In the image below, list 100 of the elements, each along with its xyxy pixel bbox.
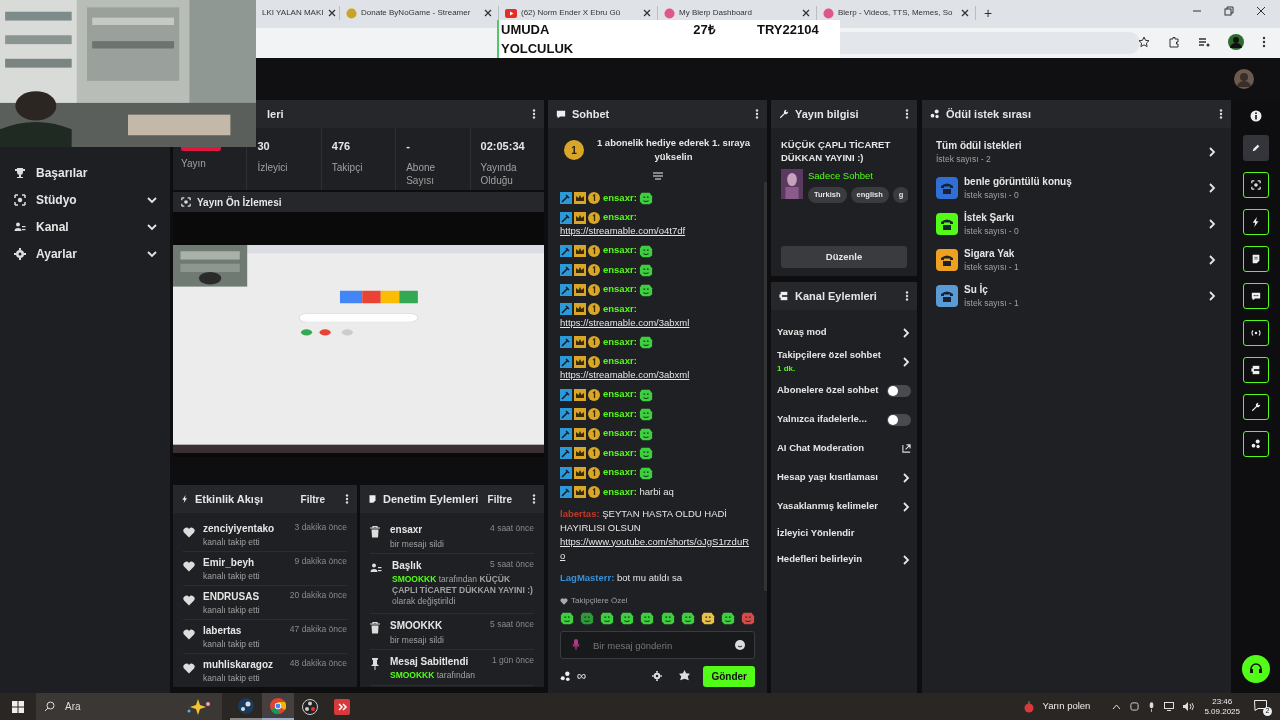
action-label[interactable]: AI Chat Moderation [777, 441, 898, 456]
close-icon[interactable] [961, 9, 969, 17]
rail-button[interactable] [1242, 394, 1269, 420]
close-icon[interactable] [1256, 6, 1266, 16]
chat-username[interactable]: ensaxr: [603, 466, 637, 477]
sidebar-item[interactable]: Stüdyo [12, 186, 158, 213]
toggle-switch[interactable] [887, 384, 911, 397]
chat-username[interactable]: ensaxr: [603, 407, 637, 419]
chat-username[interactable]: ensaxr: [603, 427, 637, 439]
edit-button[interactable]: Düzenle [781, 246, 907, 268]
support-button[interactable] [1241, 655, 1270, 683]
more-icon[interactable] [905, 109, 909, 119]
drag-handle-icon[interactable] [652, 172, 663, 181]
chat-username[interactable]: ensaxr: [603, 211, 637, 223]
chat-username[interactable]: ensaxr: [603, 302, 637, 314]
restore-icon[interactable] [1224, 6, 1234, 16]
rail-button[interactable] [1242, 246, 1269, 272]
action-label[interactable]: Yasaklanmış kelimeler [777, 499, 897, 514]
tab-title[interactable]: (62) Norm Ender X Ebru Gü [521, 7, 639, 19]
action-label[interactable]: Yalnızca ifadelerle... [777, 412, 883, 427]
chat-username[interactable]: ensaxr: [603, 446, 637, 458]
action-label[interactable]: Abonelere özel sohbet [777, 383, 883, 398]
rail-button[interactable] [1242, 320, 1269, 346]
taskbar-search-field[interactable]: Ara [36, 693, 222, 720]
chat-username[interactable]: ensaxr: [603, 263, 637, 275]
reward-item[interactable]: benle görüntülü konuş İstek sayısı - 0 [964, 174, 1201, 202]
chat-username[interactable]: ensaxr: [603, 244, 637, 256]
subscriber-badge-icon [588, 336, 600, 349]
rail-button[interactable] [1242, 431, 1269, 457]
reward-list-item[interactable]: Tüm ödül istekleri İstek sayısı - 2 [936, 134, 1217, 170]
chrome-taskbar-icon[interactable] [262, 693, 294, 720]
moderation-text: SMOOKKK tarafından KÜÇÜK ÇAPLI TİCARET DÜKKAN YAYINI :) olarak değiştirildi [392, 574, 534, 607]
sidebar-item[interactable]: Ayarlar [12, 240, 158, 267]
sidebar-item[interactable]: Kanal [12, 213, 158, 240]
stream-title: KÜÇÜK ÇAPLI TİCARET DÜKKAN YAYINI :) [781, 138, 892, 164]
tray-icon[interactable] [1130, 702, 1140, 711]
rail-button[interactable] [1242, 209, 1269, 235]
chat-link[interactable]: https://streamable.com/3abxml [560, 369, 690, 381]
chat-username[interactable]: ensaxr: [603, 283, 637, 295]
tab-title[interactable]: Blerp - Videos, TTS, Memes, So [838, 7, 957, 19]
panel-title: Etkinlik Akışı [195, 491, 265, 507]
more-icon[interactable] [1219, 109, 1223, 119]
chat-username[interactable]: ensaxr: [603, 191, 637, 203]
sidebar-item[interactable]: Başarılar [12, 159, 158, 186]
new-tab-button[interactable]: + [976, 6, 1001, 20]
more-icon[interactable] [755, 109, 759, 119]
chat-message: LagMasterr: bot mu atıldı sa [560, 571, 682, 583]
more-icon[interactable] [905, 291, 909, 301]
moderation-title: Başlık [392, 559, 423, 573]
rail-button[interactable] [1242, 172, 1269, 198]
action-label[interactable]: Hesap yaşı kısıtlaması [777, 470, 897, 485]
category-link[interactable]: Sadece Sohbet [808, 169, 907, 184]
dots-icon [560, 670, 571, 682]
chat-link[interactable]: https://streamable.com/3abxml [560, 316, 690, 328]
heart-icon [183, 561, 195, 572]
chat-username[interactable]: ensaxr: [603, 355, 637, 367]
microphone-icon[interactable] [1148, 701, 1156, 712]
send-button[interactable]: Gönder [703, 665, 755, 687]
tab-title[interactable]: Donate ByNoGame - Streamer [361, 7, 480, 19]
crown-badge-icon [574, 355, 586, 368]
more-icon[interactable] [1262, 36, 1266, 48]
message-input[interactable]: Bir mesaj gönderin [560, 631, 755, 659]
reward-item[interactable]: Su İç İstek sayısı - 1 [964, 282, 1201, 310]
close-icon[interactable] [327, 9, 336, 17]
rail-button[interactable] [1242, 357, 1269, 383]
user-avatar[interactable] [1234, 69, 1254, 89]
chat-link[interactable]: https://streamable.com/o4t7df [560, 225, 686, 237]
profile-avatar-icon[interactable] [1228, 34, 1244, 50]
reward-item[interactable]: Sigara Yak İstek sayısı - 1 [964, 246, 1201, 274]
speaker-icon[interactable] [1183, 702, 1195, 711]
star-icon[interactable] [1138, 36, 1150, 48]
close-icon[interactable] [802, 9, 810, 17]
windows-start-icon[interactable] [12, 700, 24, 713]
emoji-icon[interactable] [735, 640, 745, 650]
more-icon[interactable] [532, 109, 536, 119]
toggle-switch[interactable] [887, 413, 911, 426]
close-icon[interactable] [643, 9, 651, 17]
chat-username[interactable]: ensaxr: [603, 388, 637, 400]
filter-button[interactable]: Filtre [300, 491, 325, 507]
chat-link[interactable]: https://www.youtube.com/shorts/oJgS1rzduRo [560, 534, 752, 563]
caret-up-icon[interactable] [1112, 703, 1122, 710]
rail-button[interactable] [1242, 283, 1269, 309]
chat-username[interactable]: ensaxr: [603, 335, 637, 347]
filter-button[interactable]: Filtre [487, 491, 512, 507]
action-label[interactable]: Takipçilere özel sohbet [777, 348, 897, 363]
reward-item[interactable]: İstek Şarkı İstek sayısı - 0 [964, 210, 1201, 238]
close-icon[interactable] [484, 9, 492, 17]
tab-title[interactable]: LKI YALAN MAKI [262, 7, 324, 19]
tab-title[interactable]: My Blerp Dashboard [679, 7, 798, 19]
action-label[interactable]: Hedefleri belirleyin [777, 552, 897, 567]
rail-button[interactable] [1242, 135, 1269, 161]
action-label[interactable]: Yavaş mod [777, 325, 897, 340]
more-icon[interactable] [532, 494, 536, 504]
media-list-icon[interactable] [1198, 36, 1210, 48]
sparkle-badge-icon[interactable] [678, 669, 692, 683]
network-icon[interactable] [1164, 702, 1175, 711]
settings-icon[interactable] [652, 671, 663, 681]
more-icon[interactable] [345, 494, 349, 504]
puzzle-icon[interactable] [1168, 36, 1180, 48]
action-label[interactable]: İzleyici Yönlendir [777, 525, 911, 541]
